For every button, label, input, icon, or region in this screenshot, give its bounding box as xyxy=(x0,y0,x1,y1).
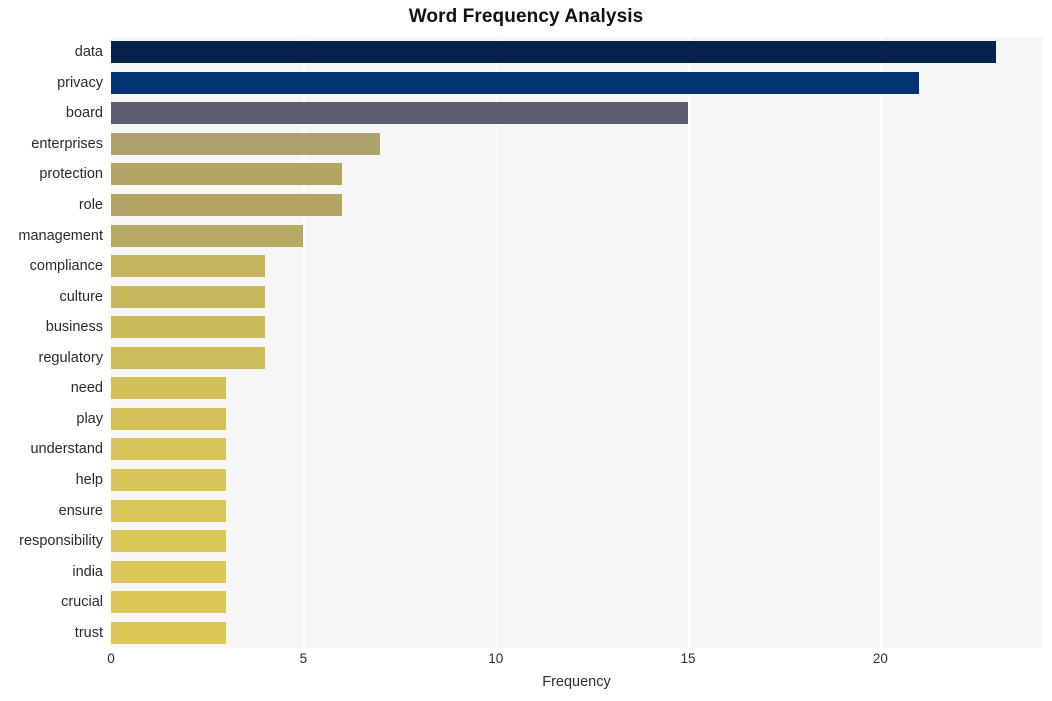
y-axis-label-crucial: crucial xyxy=(61,594,103,611)
bar-management[interactable] xyxy=(111,224,304,247)
y-axis-label-data: data xyxy=(74,44,103,61)
y-axis-label-board: board xyxy=(65,105,103,122)
bars-layer xyxy=(111,37,1042,648)
y-axis-label-role: role xyxy=(78,197,103,214)
y-axis-label-privacy: privacy xyxy=(57,74,103,91)
bar-protection[interactable] xyxy=(111,163,342,186)
y-axis-label-management: management xyxy=(18,227,103,244)
bar-privacy[interactable] xyxy=(111,71,919,94)
x-axis-tick-5: 5 xyxy=(299,651,308,666)
y-axis-label-play: play xyxy=(76,410,103,427)
y-axis-category-labels: data privacy board enterprises protection rol… xyxy=(0,37,103,648)
y-axis-label-enterprises: enterprises xyxy=(31,135,103,152)
bar-board[interactable] xyxy=(111,102,689,125)
y-axis-label-culture: culture xyxy=(59,288,103,305)
bar-ensure[interactable] xyxy=(111,499,227,522)
bar-data[interactable] xyxy=(111,41,996,64)
bar-role[interactable] xyxy=(111,194,342,217)
y-axis-label-need: need xyxy=(70,380,103,397)
word-frequency-chart: Word Frequency Analysis data privacy board… xyxy=(0,0,1052,701)
bar-need[interactable] xyxy=(111,377,227,400)
x-axis-tick-20: 20 xyxy=(872,651,888,666)
bar-culture[interactable] xyxy=(111,285,265,308)
y-axis-label-india: india xyxy=(72,563,103,580)
y-axis-label-business: business xyxy=(45,319,103,336)
y-axis-label-compliance: compliance xyxy=(29,258,103,275)
y-axis-label-regulatory: regulatory xyxy=(38,349,103,366)
y-axis-label-help: help xyxy=(75,471,103,488)
x-axis-tick-0: 0 xyxy=(107,651,115,666)
bar-business[interactable] xyxy=(111,316,265,339)
y-axis-label-protection: protection xyxy=(39,166,103,183)
plot-area xyxy=(111,37,1042,648)
bar-regulatory[interactable] xyxy=(111,346,265,369)
x-axis-tick-10: 10 xyxy=(488,651,504,666)
y-axis-label-ensure: ensure xyxy=(58,502,103,519)
x-axis-tick-labels: 0 5 10 15 20 xyxy=(107,648,1042,670)
y-axis-label-understand: understand xyxy=(30,441,103,458)
bar-enterprises[interactable] xyxy=(111,132,381,155)
y-axis-label-trust: trust xyxy=(74,624,103,641)
bar-help[interactable] xyxy=(111,468,227,491)
bar-understand[interactable] xyxy=(111,438,227,461)
x-axis-title: Frequency xyxy=(542,674,611,690)
x-axis-tick-15: 15 xyxy=(680,651,696,666)
bar-compliance[interactable] xyxy=(111,255,265,278)
bar-responsibility[interactable] xyxy=(111,530,227,553)
y-axis-label-responsibility: responsibility xyxy=(19,533,103,550)
bar-crucial[interactable] xyxy=(111,591,227,614)
bar-india[interactable] xyxy=(111,560,227,583)
bar-play[interactable] xyxy=(111,407,227,430)
chart-title: Word Frequency Analysis xyxy=(408,6,644,27)
bar-trust[interactable] xyxy=(111,621,227,644)
